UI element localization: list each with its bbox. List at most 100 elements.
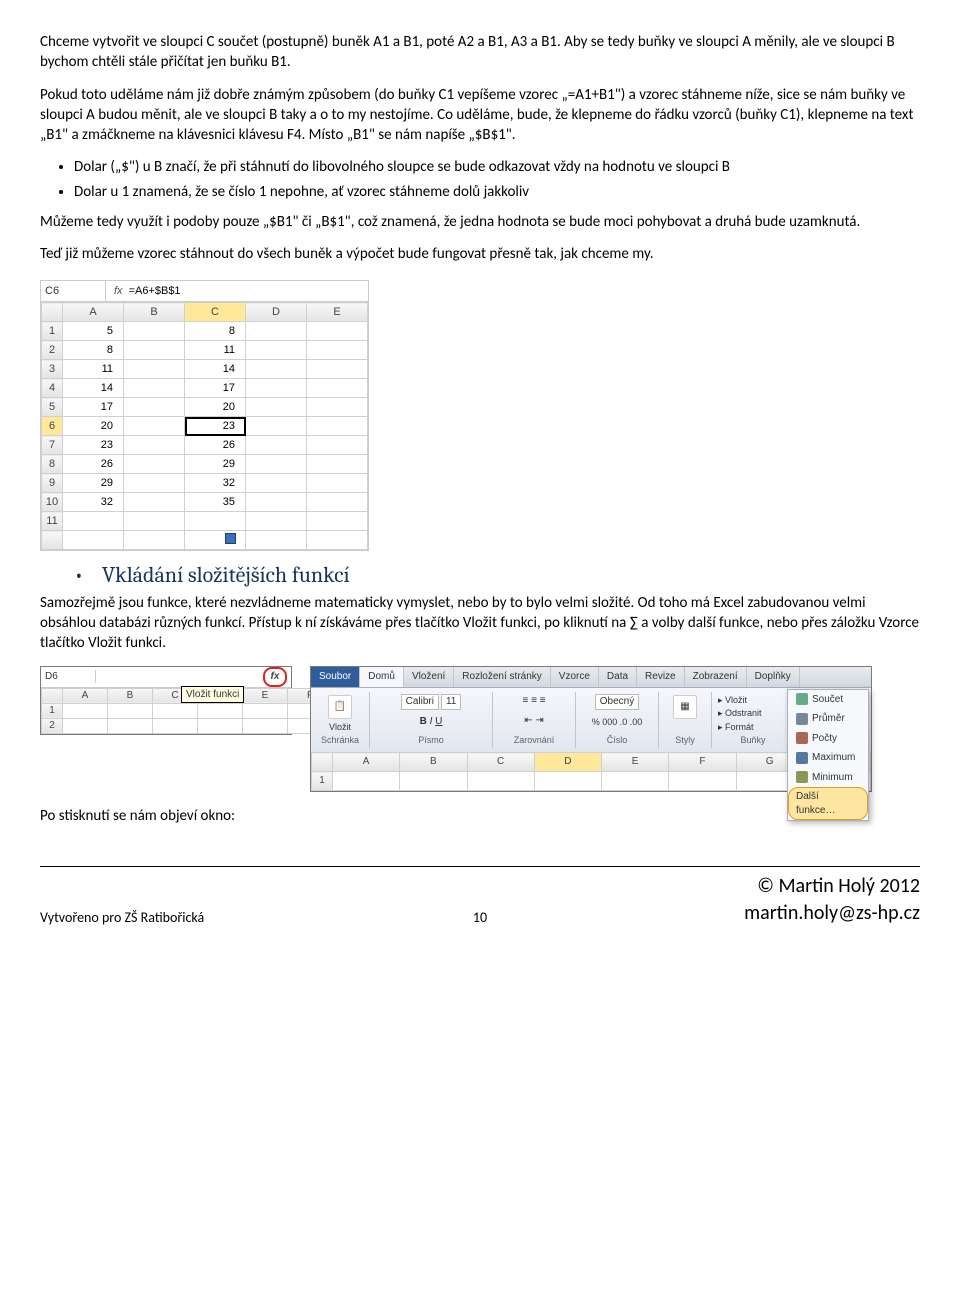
cell-E9[interactable] [307,474,368,493]
ribbon-tab-data[interactable]: Data [599,667,637,688]
rb-col-D[interactable]: D [534,753,601,772]
rb-cell-C1[interactable] [467,772,534,791]
cell-E6[interactable] [307,417,368,436]
cell-B9[interactable] [124,474,185,493]
fx-cell-A2[interactable] [63,718,108,733]
bold-icon[interactable]: B [420,716,427,727]
cell-D3[interactable] [246,360,307,379]
cell-A9[interactable]: 29 [63,474,124,493]
rb-col-A[interactable]: A [333,753,400,772]
autosum-more-functions[interactable]: Další funkce… [788,787,868,820]
cell-C11[interactable] [185,512,246,531]
cell-C5[interactable]: 20 [185,398,246,417]
cell-D6[interactable] [246,417,307,436]
rb-row-1[interactable]: 1 [312,772,333,791]
name-box[interactable]: C6 [41,281,106,301]
cell-A6[interactable]: 20 [63,417,124,436]
underline-icon[interactable]: U [435,716,442,727]
cell-B2[interactable] [124,341,185,360]
fx-row-1[interactable]: 1 [42,703,63,718]
cells-delete[interactable]: ▸ Odstranit [718,707,762,719]
ribbon-tab-vzorce[interactable]: Vzorce [551,667,599,688]
cell-D4[interactable] [246,379,307,398]
cell-C3[interactable]: 14 [185,360,246,379]
rb-col-F[interactable]: F [669,753,736,772]
cell-D2[interactable] [246,341,307,360]
cell-B3[interactable] [124,360,185,379]
cell-E1[interactable] [307,322,368,341]
col-header-C[interactable]: C [185,303,246,322]
cell-A8[interactable]: 26 [63,455,124,474]
number-icons[interactable]: % 000 .0 .00 [592,716,643,728]
cell-D9[interactable] [246,474,307,493]
cell-A4[interactable]: 14 [63,379,124,398]
row-header-8[interactable]: 8 [42,455,63,474]
rb-col-E[interactable]: E [602,753,669,772]
rb-cell-B1[interactable] [400,772,467,791]
cell-B7[interactable] [124,436,185,455]
cell-C7[interactable]: 26 [185,436,246,455]
col-header-A[interactable]: A [63,303,124,322]
fx-icon[interactable]: fx [114,284,123,299]
fx-cell-D1[interactable] [198,703,243,718]
cell-C6[interactable]: 23 [185,417,246,436]
rb-cell-D1[interactable] [534,772,601,791]
col-header-E[interactable]: E [307,303,368,322]
autosum-item-1[interactable]: Průměr [788,709,868,729]
row-header-2[interactable]: 2 [42,341,63,360]
ribbon-tab-rozložení stránky[interactable]: Rozložení stránky [454,667,550,688]
indent-icons[interactable]: ⇤ ⇥ [524,714,544,728]
fill-handle-icon[interactable] [225,533,236,544]
rb-cell-A1[interactable] [333,772,400,791]
fx-cell-E1[interactable] [243,703,288,718]
ribbon-tab-zobrazení[interactable]: Zobrazení [685,667,747,688]
cell-E8[interactable] [307,455,368,474]
cell-B4[interactable] [124,379,185,398]
cell-B8[interactable] [124,455,185,474]
cell-B6[interactable] [124,417,185,436]
cell-E3[interactable] [307,360,368,379]
row-header-6[interactable]: 6 [42,417,63,436]
fx-cell-B2[interactable] [108,718,153,733]
rb-cell-E1[interactable] [602,772,669,791]
cell-C8[interactable]: 29 [185,455,246,474]
cell-A3[interactable]: 11 [63,360,124,379]
autosum-dropdown[interactable]: SoučetPrůměrPočtyMaximumMinimumDalší fun… [787,689,869,822]
row-header-9[interactable]: 9 [42,474,63,493]
cell-A11[interactable] [63,512,124,531]
cell-E10[interactable] [307,493,368,512]
font-size-box[interactable]: 11 [441,694,461,710]
fx-col-A[interactable]: A [63,688,108,703]
rb-col-C[interactable]: C [467,753,534,772]
cell-A7[interactable]: 23 [63,436,124,455]
cell-E11[interactable] [307,512,368,531]
ribbon-tab-doplňky[interactable]: Doplňky [747,667,800,688]
cells-insert[interactable]: ▸ Vložit [718,694,747,706]
fx-col-E[interactable]: E [243,688,288,703]
rb-col-B[interactable]: B [400,753,467,772]
cell-E5[interactable] [307,398,368,417]
ribbon-tab-soubor[interactable]: Soubor [311,667,360,688]
cell-E4[interactable] [307,379,368,398]
row-header-1[interactable]: 1 [42,322,63,341]
ribbon-tab-domů[interactable]: Domů [360,667,404,688]
fx-cell-B1[interactable] [108,703,153,718]
cell-C9[interactable]: 32 [185,474,246,493]
ribbon-tab-vložení[interactable]: Vložení [404,667,454,688]
row-header-4[interactable]: 4 [42,379,63,398]
name-box-2[interactable]: D6 [41,670,96,684]
insert-function-button[interactable]: fx [263,667,287,687]
col-header-B[interactable]: B [124,303,185,322]
cell-B11[interactable] [124,512,185,531]
cell-B10[interactable] [124,493,185,512]
autosum-item-0[interactable]: Součet [788,690,868,710]
autosum-item-2[interactable]: Počty [788,729,868,749]
autosum-item-3[interactable]: Maximum [788,748,868,768]
spreadsheet-grid[interactable]: ABCDE15828113111441417517206202372326826… [41,302,368,550]
formula-bar[interactable]: =A6+$B$1 [129,284,181,299]
cell-D10[interactable] [246,493,307,512]
fx-cell-A1[interactable] [63,703,108,718]
cell-A2[interactable]: 8 [63,341,124,360]
cell-C1[interactable]: 8 [185,322,246,341]
cell-D8[interactable] [246,455,307,474]
